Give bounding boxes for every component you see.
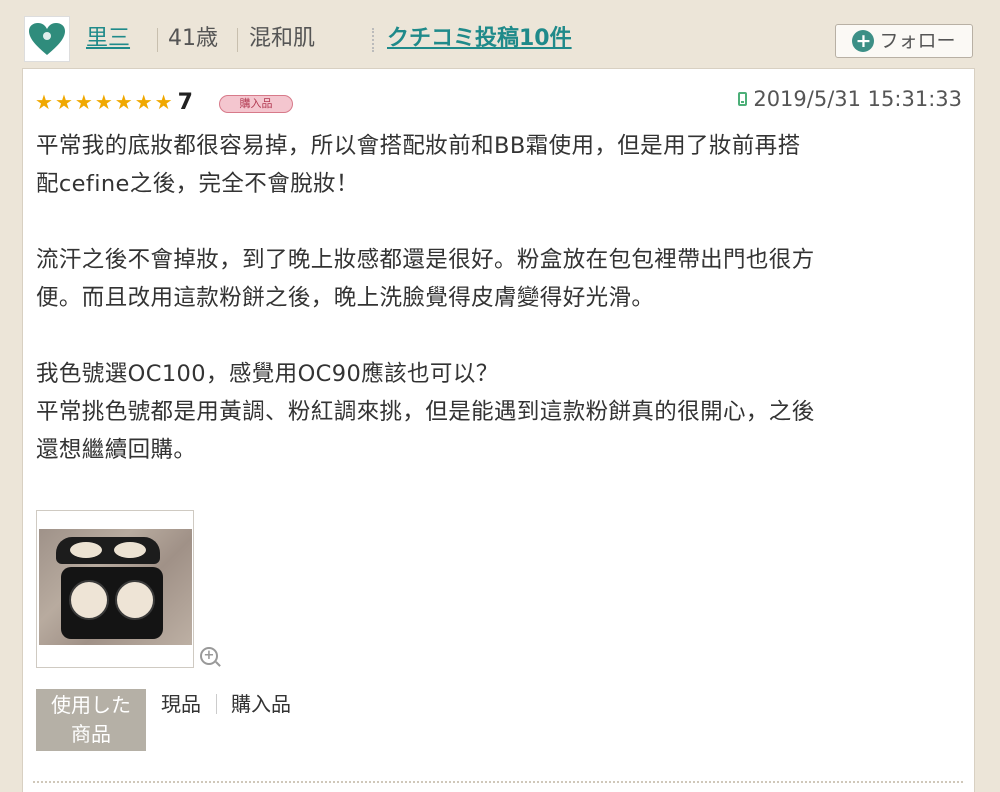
compact-base [61, 567, 163, 639]
compact-lid [56, 537, 160, 564]
review-header: 里三 41歳 混和肌 クチコミ投稿10件 + フォロー [0, 0, 1000, 68]
used-product-label: 使用した 商品 [36, 689, 146, 751]
review-paragraph: 流汗之後不會掉妝，到了晚上妝感都還是很好。粉盒放在包包裡帶出門也很方 便。而且改… [36, 247, 815, 311]
divider [372, 28, 374, 52]
star-icon: ★ [35, 90, 53, 114]
reviewer-name-link[interactable]: 里三 [86, 22, 130, 56]
used-product-label-text: 使用した 商品 [51, 693, 131, 746]
star-icon: ★ [154, 90, 173, 114]
star-icon: ★ [134, 90, 153, 114]
review-paragraph: 我色號選OC100，感覺用OC90應該也可以？ 平常挑色號都是用黃調、粉紅調來挑… [36, 361, 815, 463]
star-icon: ★ [74, 90, 93, 114]
heart-avatar-icon [29, 23, 65, 55]
dotted-divider [33, 781, 963, 783]
purchased-badge: 購入品 [219, 95, 293, 113]
star-icon: ★ [114, 90, 133, 114]
divider [157, 28, 158, 52]
compact-powder-photo [39, 529, 192, 645]
plus-circle-icon: + [852, 30, 875, 52]
review-photo-thumbnail[interactable] [36, 510, 194, 668]
post-timestamp: 2019/5/31 15:31:33 [738, 87, 962, 111]
avatar[interactable] [24, 16, 70, 62]
review-card: ★ ★ ★ ★ ★ ★ ★ 7 購入品 2019/5/31 15:31:33 平… [22, 68, 975, 792]
zoom-in-icon[interactable]: + [200, 647, 218, 665]
product-tag: 購入品 [231, 692, 291, 716]
divider [216, 694, 217, 714]
product-tag: 現品 [161, 692, 201, 716]
post-date-text: 2019/5/31 15:31:33 [753, 87, 962, 111]
review-body: 平常我的底妝都很容易掉，所以會搭配妝前和BB霜使用，但是用了妝前再搭 配cefi… [36, 127, 956, 469]
reviewer-age: 41歳 [168, 26, 218, 51]
star-rating: ★ ★ ★ ★ ★ ★ ★ 7 [35, 89, 193, 115]
divider [237, 28, 238, 52]
reviewer-skin-type: 混和肌 [249, 26, 316, 51]
review-paragraph: 平常我的底妝都很容易掉，所以會搭配妝前和BB霜使用，但是用了妝前再搭 配cefi… [36, 133, 801, 197]
mobile-phone-icon [738, 92, 748, 106]
star-icon: ★ [54, 90, 73, 114]
review-count-link[interactable]: クチコミ投稿10件 [387, 22, 572, 56]
rating-score: 7 [177, 89, 193, 115]
star-icon: ★ [94, 90, 113, 114]
follow-button[interactable]: + フォロー [835, 24, 973, 58]
follow-button-label: フォロー [879, 30, 956, 52]
